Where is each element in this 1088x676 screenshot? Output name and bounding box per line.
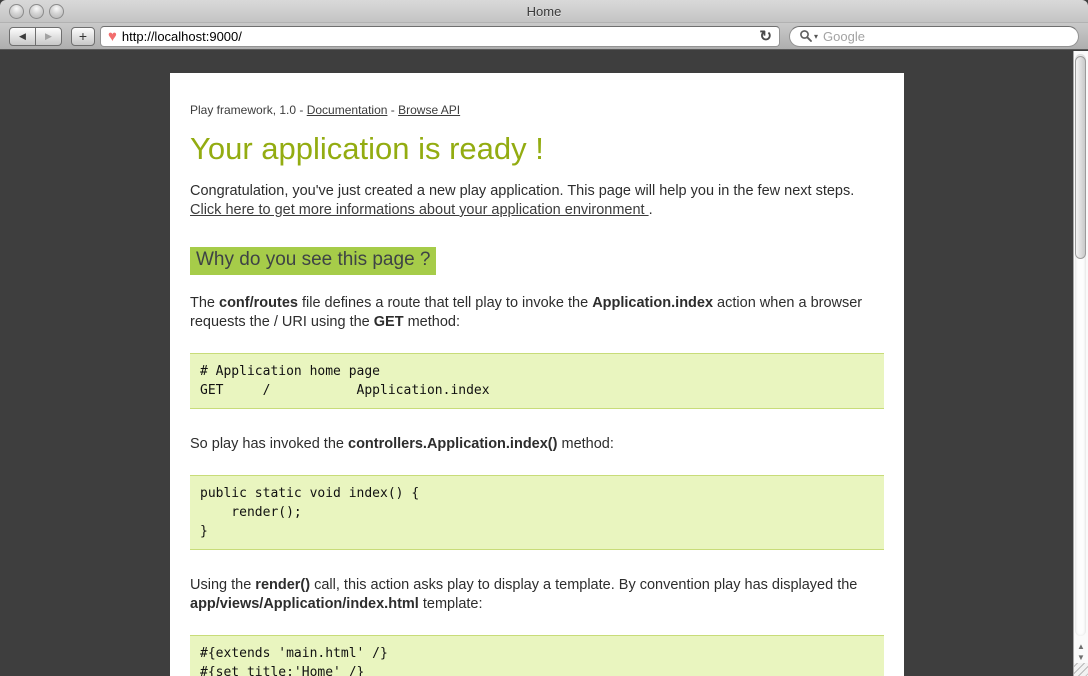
text-segment: call, this action asks play to display a… — [310, 577, 857, 593]
address-bar[interactable]: ♥ ↻ — [100, 26, 780, 47]
environment-info-link[interactable]: Click here to get more informations abou… — [190, 202, 649, 218]
new-tab-button[interactable]: + — [71, 27, 95, 46]
browse-api-link[interactable]: Browse API — [398, 103, 460, 117]
text-segment: So play has invoked the — [190, 436, 348, 452]
refresh-button[interactable]: ↻ — [759, 29, 772, 44]
back-icon: ◀ — [19, 31, 26, 42]
scroll-up-arrow-icon[interactable]: ▲ — [1074, 641, 1088, 652]
search-input[interactable] — [823, 29, 1069, 44]
forward-icon: ▶ — [45, 31, 52, 42]
scrollbar-arrows: ▲ ▼ — [1074, 641, 1088, 663]
text-segment-bold: GET — [374, 314, 404, 330]
text-segment-bold: conf/routes — [219, 295, 298, 311]
search-bar[interactable]: ▾ — [789, 26, 1079, 47]
text-segment-bold: app/views/Application/index.html — [190, 596, 419, 612]
scrollbar-thumb[interactable] — [1075, 56, 1086, 259]
text-segment: file defines a route that tell play to i… — [298, 295, 592, 311]
render-paragraph: Using the render() call, this action ask… — [190, 576, 884, 614]
text-segment: . — [649, 202, 653, 218]
favicon-heart-icon: ♥ — [108, 29, 117, 44]
documentation-link[interactable]: Documentation — [307, 103, 388, 117]
routes-code-block: # Application home page GET / Applicatio… — [190, 353, 884, 409]
text-segment: The — [190, 295, 219, 311]
search-engine-chevron-icon[interactable]: ▾ — [814, 32, 818, 41]
separator: - — [296, 103, 307, 117]
text-segment-bold: render() — [255, 577, 310, 593]
page-title: Your application is ready ! — [190, 131, 884, 167]
text-segment: method: — [404, 314, 460, 330]
browser-window: Home ◀ ▶ + ♥ ↻ ▾ Play framework, 1.0 - D… — [0, 0, 1088, 676]
section-heading: Why do you see this page ? — [190, 247, 436, 275]
forward-button[interactable]: ▶ — [35, 28, 61, 45]
window-title: Home — [0, 4, 1088, 19]
text-segment-bold: Application.index — [592, 295, 713, 311]
section-heading-wrap: Why do you see this page ? — [190, 247, 884, 275]
scroll-down-arrow-icon[interactable]: ▼ — [1074, 652, 1088, 663]
vertical-scrollbar[interactable]: ▲ ▼ — [1073, 51, 1088, 676]
toolbar: ◀ ▶ + ♥ ↻ ▾ — [0, 23, 1088, 50]
separator: - — [387, 103, 398, 117]
intro-paragraph: Congratulation, you've just created a ne… — [190, 182, 884, 220]
action-code-block: public static void index() { render(); } — [190, 475, 884, 550]
page-meta: Play framework, 1.0 - Documentation - Br… — [190, 103, 884, 117]
title-bar[interactable]: Home — [0, 0, 1088, 23]
text-segment: template: — [419, 596, 483, 612]
url-input[interactable] — [122, 29, 760, 44]
browser-viewport: Play framework, 1.0 - Documentation - Br… — [0, 51, 1088, 676]
text-segment: Congratulation, you've just created a ne… — [190, 183, 854, 199]
search-icon — [799, 29, 813, 43]
text-segment: Using the — [190, 577, 255, 593]
web-page: Play framework, 1.0 - Documentation - Br… — [170, 73, 904, 676]
back-button[interactable]: ◀ — [10, 28, 35, 45]
framework-version-label: Play framework, 1.0 — [190, 103, 296, 117]
template-code-block: #{extends 'main.html' /} #{set title:'Ho… — [190, 635, 884, 676]
plus-icon: + — [79, 28, 87, 44]
text-segment: method: — [557, 436, 613, 452]
nav-buttons: ◀ ▶ — [9, 27, 62, 46]
text-segment-bold: controllers.Application.index() — [348, 436, 557, 452]
invoked-paragraph: So play has invoked the controllers.Appl… — [190, 435, 884, 454]
resize-grip-icon[interactable] — [1074, 663, 1088, 676]
routes-paragraph: The conf/routes file defines a route tha… — [190, 294, 884, 332]
